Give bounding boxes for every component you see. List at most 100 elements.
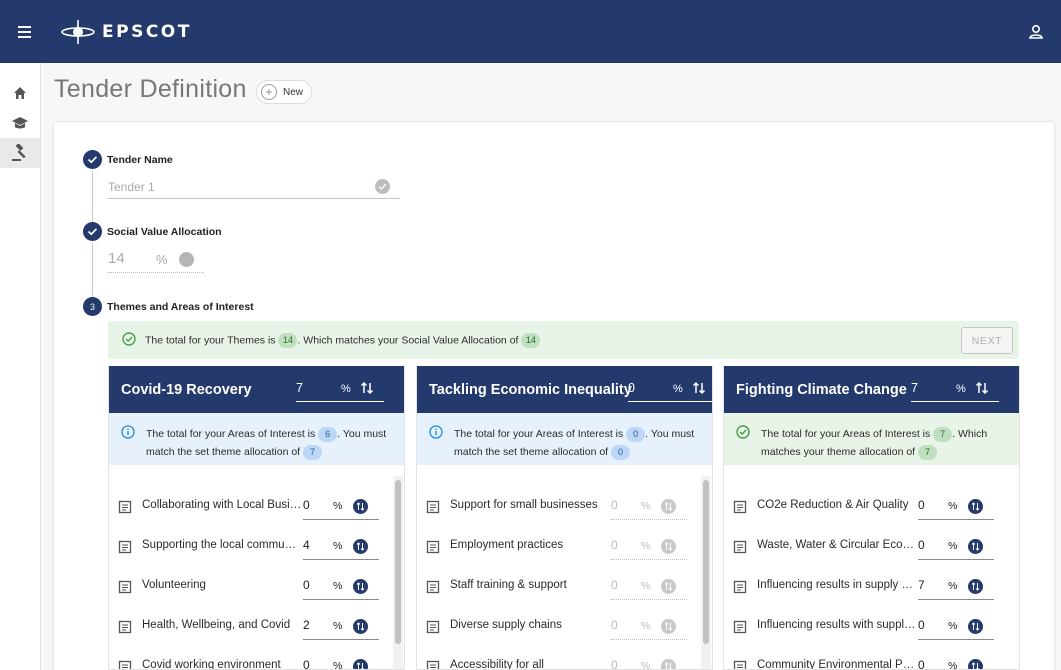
sort-icon[interactable]: [661, 539, 676, 554]
document-icon: [733, 540, 747, 554]
msg-total-badge: 7: [933, 426, 953, 442]
sort-icon[interactable]: [661, 619, 676, 634]
logo-emblem-icon: [61, 20, 95, 44]
area-name: Employment practices: [450, 539, 564, 551]
area-allocation-input[interactable]: 0%: [303, 655, 379, 670]
msg-alloc-badge: 0: [611, 444, 631, 460]
step-2-complete-icon: [83, 222, 102, 241]
nav-tenders[interactable]: [0, 138, 40, 168]
area-allocation-input[interactable]: 0%: [918, 615, 994, 640]
tender-name-input[interactable]: [108, 176, 358, 194]
home-icon: [14, 87, 26, 99]
area-unit: %: [641, 620, 651, 632]
add-circle-icon: +: [261, 84, 277, 100]
theme-header: Covid-19 Recovery 7 %: [109, 366, 404, 413]
sort-icon[interactable]: [661, 659, 676, 669]
sort-icon[interactable]: [360, 381, 374, 395]
document-icon: [426, 540, 440, 554]
check-circle-outline-icon: [122, 332, 136, 346]
areas-of-interest-list: CO2e Reduction & Air Quality 0% Waste, W…: [724, 479, 1019, 670]
area-allocation-input[interactable]: 0%: [611, 495, 687, 520]
theme-allocation-input[interactable]: 0 %: [628, 376, 712, 402]
area-allocation-input[interactable]: 0%: [611, 535, 687, 560]
summary-middle: . Which matches your Social Value Alloca…: [297, 334, 519, 347]
list-item: Volunteering 0%: [109, 577, 404, 617]
area-name: Collaborating with Local Business: [142, 499, 302, 511]
nav-training[interactable]: [0, 108, 40, 138]
area-allocation-input[interactable]: 0%: [611, 575, 687, 600]
sort-icon[interactable]: [353, 659, 368, 669]
next-button[interactable]: NEXT: [961, 327, 1013, 354]
sort-icon[interactable]: [968, 499, 983, 514]
document-icon: [426, 660, 440, 669]
msg-prefix: The total for your Areas of Interest is: [146, 428, 316, 440]
area-value: 0: [303, 658, 310, 670]
area-name: Diverse supply chains: [450, 619, 562, 631]
msg-total-badge: 6: [318, 426, 338, 442]
area-allocation-input[interactable]: 0%: [918, 655, 994, 670]
area-allocation-input[interactable]: 0%: [611, 615, 687, 640]
themes-summary-text: The total for your Themes is 14. Which m…: [145, 333, 541, 348]
area-name: Volunteering: [142, 579, 206, 591]
menu-icon[interactable]: [14, 22, 36, 42]
area-value: 4: [303, 538, 310, 552]
document-icon: [426, 580, 440, 594]
nav-rail: [0, 63, 41, 670]
document-icon: [733, 620, 747, 634]
sort-icon[interactable]: [692, 381, 706, 395]
sort-icon[interactable]: [968, 619, 983, 634]
area-unit: %: [333, 620, 343, 632]
logo-text: EPSCOT: [102, 22, 192, 42]
sort-icon[interactable]: [975, 381, 989, 395]
check-circle-outline-icon: [736, 425, 750, 439]
sort-icon[interactable]: [353, 579, 368, 594]
area-allocation-input[interactable]: 0%: [918, 495, 994, 520]
sort-icon[interactable]: [661, 579, 676, 594]
area-name: Staff training & support: [450, 579, 567, 591]
area-name: Influencing results in supply chain: [757, 579, 917, 591]
sort-icon[interactable]: [353, 539, 368, 554]
theme-column-economic-inequality: Tackling Economic Inequality 0 % The tot…: [416, 366, 713, 670]
area-allocation-input[interactable]: 0%: [303, 575, 379, 600]
area-name: Waste, Water & Circular Economy: [757, 539, 917, 551]
social-value-field[interactable]: 14 %: [108, 248, 204, 273]
theme-header: Tackling Economic Inequality 0 %: [417, 366, 712, 413]
sort-icon[interactable]: [353, 499, 368, 514]
tender-name-field[interactable]: [108, 176, 400, 199]
theme-allocation-input[interactable]: 7 %: [911, 376, 999, 402]
social-value-value: 14: [108, 250, 125, 267]
themes-total-badge: 14: [278, 333, 298, 348]
sort-icon[interactable]: [353, 619, 368, 634]
area-allocation-input[interactable]: 2%: [303, 615, 379, 640]
area-allocation-input[interactable]: 7%: [918, 575, 994, 600]
list-item: Diverse supply chains 0%: [417, 617, 712, 657]
area-unit: %: [948, 660, 958, 670]
step-1-complete-icon: [83, 150, 102, 169]
list-item: Community Environmental Projects 0%: [724, 655, 1019, 670]
area-unit: %: [948, 500, 958, 512]
nav-home[interactable]: [0, 78, 40, 108]
sort-icon[interactable]: [968, 579, 983, 594]
list-item: Supporting the local community 4%: [109, 537, 404, 577]
sort-icon[interactable]: [968, 539, 983, 554]
sort-icon[interactable]: [661, 499, 676, 514]
area-allocation-input[interactable]: 4%: [303, 535, 379, 560]
area-allocation-input[interactable]: 0%: [918, 535, 994, 560]
area-unit: %: [641, 540, 651, 552]
list-item: Waste, Water & Circular Economy 0%: [724, 537, 1019, 577]
area-allocation-input[interactable]: 0%: [611, 655, 687, 669]
account-icon[interactable]: [1026, 22, 1046, 42]
area-name: Accessibility for all: [450, 659, 544, 670]
sort-icon[interactable]: [968, 659, 983, 669]
area-unit: %: [948, 620, 958, 632]
area-value: 0: [918, 618, 925, 632]
app-logo[interactable]: EPSCOT: [60, 17, 192, 47]
new-tender-button[interactable]: + New: [256, 80, 313, 104]
document-icon: [118, 660, 132, 669]
area-allocation-input[interactable]: 0%: [303, 495, 379, 520]
info-icon: [429, 425, 443, 439]
area-unit: %: [333, 580, 343, 592]
theme-allocation-input[interactable]: 7 %: [296, 376, 384, 402]
msg-prefix: The total for your Areas of Interest is: [454, 428, 624, 440]
area-name: Community Environmental Projects: [757, 659, 917, 670]
